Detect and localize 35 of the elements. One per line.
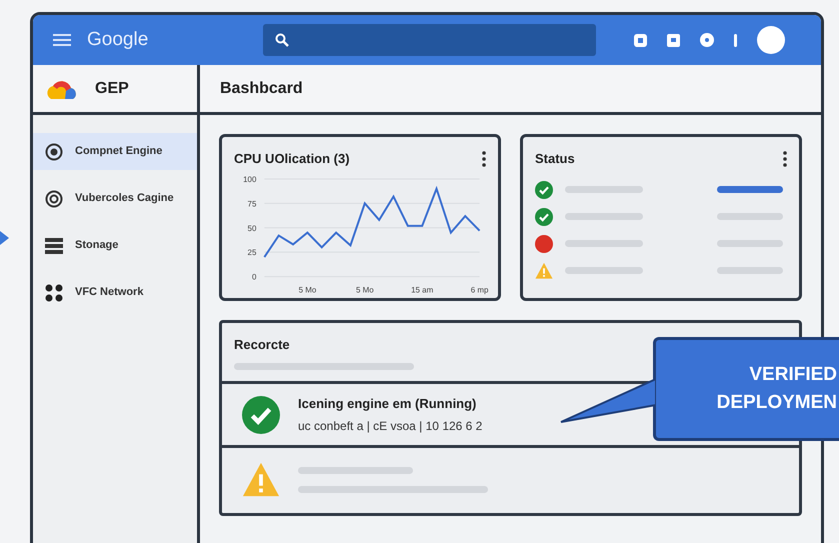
card-title: Status bbox=[535, 150, 575, 168]
sidebar-item[interactable]: Vubercoles Cagine bbox=[33, 180, 197, 217]
avatar[interactable] bbox=[757, 26, 785, 54]
storage-icon bbox=[45, 238, 63, 254]
page-title: Bashbcard bbox=[220, 78, 303, 98]
x-tick-label: 5 Mo bbox=[298, 285, 316, 294]
y-tick-label: 0 bbox=[252, 272, 256, 282]
x-tick-label: 5 Mo bbox=[356, 285, 374, 294]
y-tick-label: 100 bbox=[243, 174, 256, 184]
callout-text: VERIFIED bbox=[749, 363, 837, 387]
warning-icon bbox=[242, 461, 280, 499]
x-tick-label: 15 am bbox=[411, 285, 434, 294]
brand-name: Google bbox=[87, 28, 150, 52]
project-name: GEP bbox=[95, 78, 129, 98]
y-tick-label: 50 bbox=[248, 223, 256, 232]
x-tick-label: 6 mp bbox=[470, 285, 488, 294]
search-field[interactable] bbox=[263, 24, 596, 56]
ring-icon bbox=[45, 190, 63, 208]
menu-icon[interactable] bbox=[53, 34, 71, 46]
help-icon[interactable] bbox=[700, 33, 714, 47]
arrow-icon bbox=[0, 231, 9, 245]
network-icon bbox=[45, 284, 63, 302]
target-icon bbox=[45, 142, 63, 160]
card-title: Recorcte bbox=[234, 336, 291, 354]
sidebar-item[interactable]: Compnet Engine bbox=[33, 133, 197, 170]
card-title: CPU UOlication (3) bbox=[234, 150, 350, 168]
resource-name: Icening engine em (Running) bbox=[298, 395, 478, 414]
sidebar-item[interactable]: VFC Network bbox=[33, 274, 197, 311]
check-icon bbox=[242, 396, 280, 434]
y-tick-label: 25 bbox=[248, 248, 256, 257]
sidebar-item[interactable]: Stonage bbox=[33, 227, 197, 264]
square-icon[interactable] bbox=[634, 34, 647, 46]
search-icon bbox=[275, 33, 289, 47]
resource-details: uc conbeft a | cE vsoa | 10 126 6 2 bbox=[298, 418, 482, 435]
y-tick-label: 75 bbox=[248, 198, 256, 208]
